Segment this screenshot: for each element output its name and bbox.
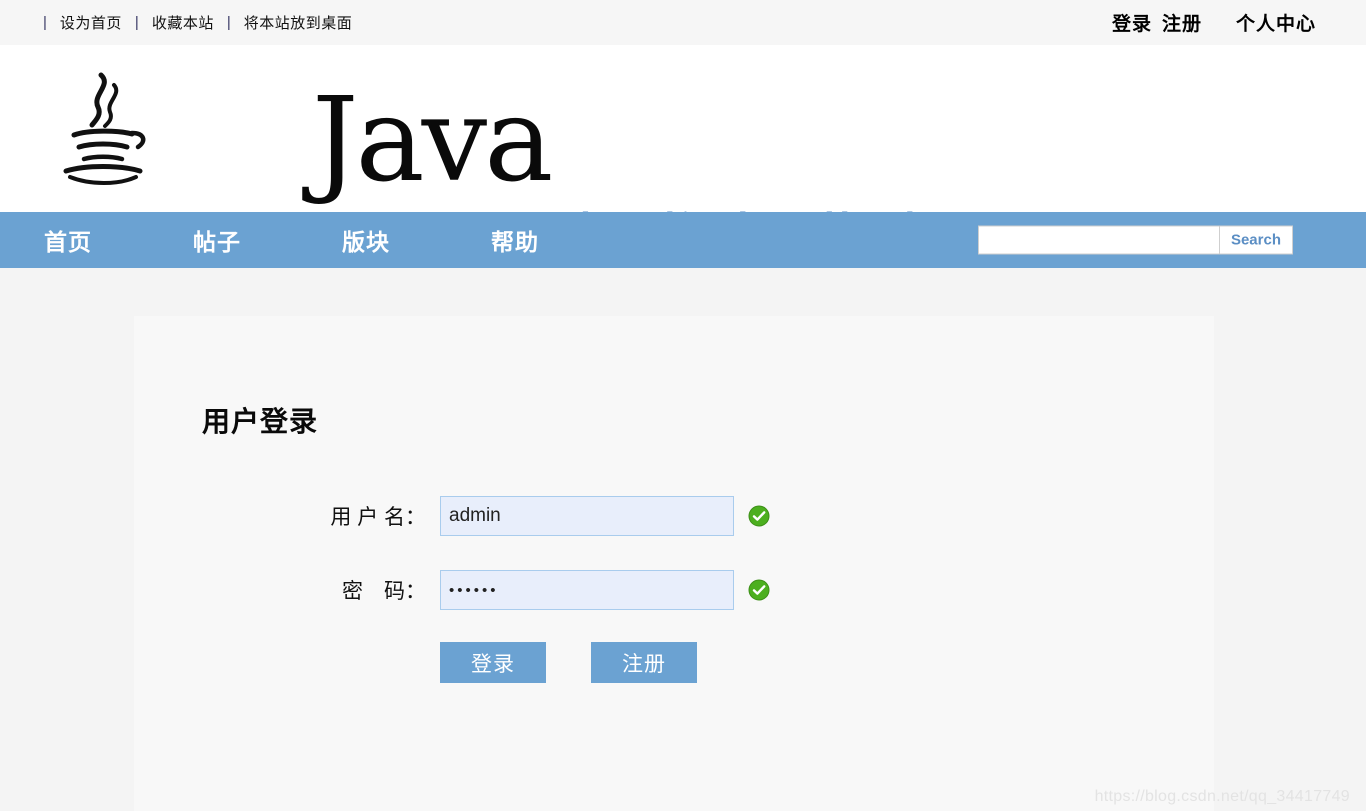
username-label: 用 户 名： (330, 506, 426, 529)
main-navigation: 首页 帖子 版块 帮助 Search (0, 212, 1366, 268)
password-row: 密 码： (134, 568, 1214, 612)
login-form: 用 户 名： 密 码： (134, 494, 1214, 683)
separator-pipe-2: | (134, 14, 139, 31)
site-banner: Java Code . Making the World Work Better… (0, 45, 1366, 212)
password-input[interactable] (440, 570, 734, 610)
java-cup-icon (48, 61, 154, 189)
username-row: 用 户 名： (134, 494, 1214, 538)
set-homepage-link[interactable]: 设为首页 (60, 12, 122, 33)
login-link[interactable]: 登录 (1112, 9, 1152, 36)
nav-item-posts[interactable]: 帖子 (193, 223, 342, 257)
separator-pipe-3: | (226, 14, 231, 31)
nav-item-list: 首页 帖子 版块 帮助 (0, 223, 640, 257)
nav-item-boards[interactable]: 版块 (342, 223, 491, 257)
login-panel: 用户登录 用 户 名： 密 码： (134, 316, 1214, 811)
login-button[interactable]: 登录 (440, 642, 546, 683)
username-input[interactable] (440, 496, 734, 536)
user-center-link[interactable]: 个人中心 (1236, 9, 1316, 36)
register-link[interactable]: 注册 (1162, 9, 1202, 36)
password-label: 密 码： (342, 580, 426, 603)
username-green-check-icon (748, 505, 770, 527)
form-actions: 登录 注册 (134, 642, 1214, 683)
top-utility-bar: | 设为首页 | 收藏本站 | 将本站放到桌面 登录 注册 个人中心 (0, 0, 1366, 45)
page-body: 用户登录 用 户 名： 密 码： (0, 268, 1366, 811)
top-utility-links: | 设为首页 | 收藏本站 | 将本站放到桌面 (30, 12, 352, 33)
account-links: 登录 注册 个人中心 (1112, 9, 1316, 36)
search-input[interactable] (977, 225, 1220, 255)
search-button[interactable]: Search (1219, 225, 1293, 255)
java-wordmark: Java (312, 73, 553, 208)
bookmark-site-link[interactable]: 收藏本站 (152, 12, 214, 33)
nav-item-home[interactable]: 首页 (44, 223, 193, 257)
add-to-desktop-link[interactable]: 将本站放到桌面 (244, 12, 353, 33)
register-button[interactable]: 注册 (591, 642, 697, 683)
separator-pipe-1: | (43, 14, 47, 31)
password-green-check-icon (748, 579, 770, 601)
nav-item-help[interactable]: 帮助 (491, 223, 640, 257)
page-title: 用户登录 (202, 406, 319, 437)
site-search: Search (977, 225, 1293, 255)
watermark: https://blog.csdn.net/qq_34417749 (1094, 788, 1350, 805)
